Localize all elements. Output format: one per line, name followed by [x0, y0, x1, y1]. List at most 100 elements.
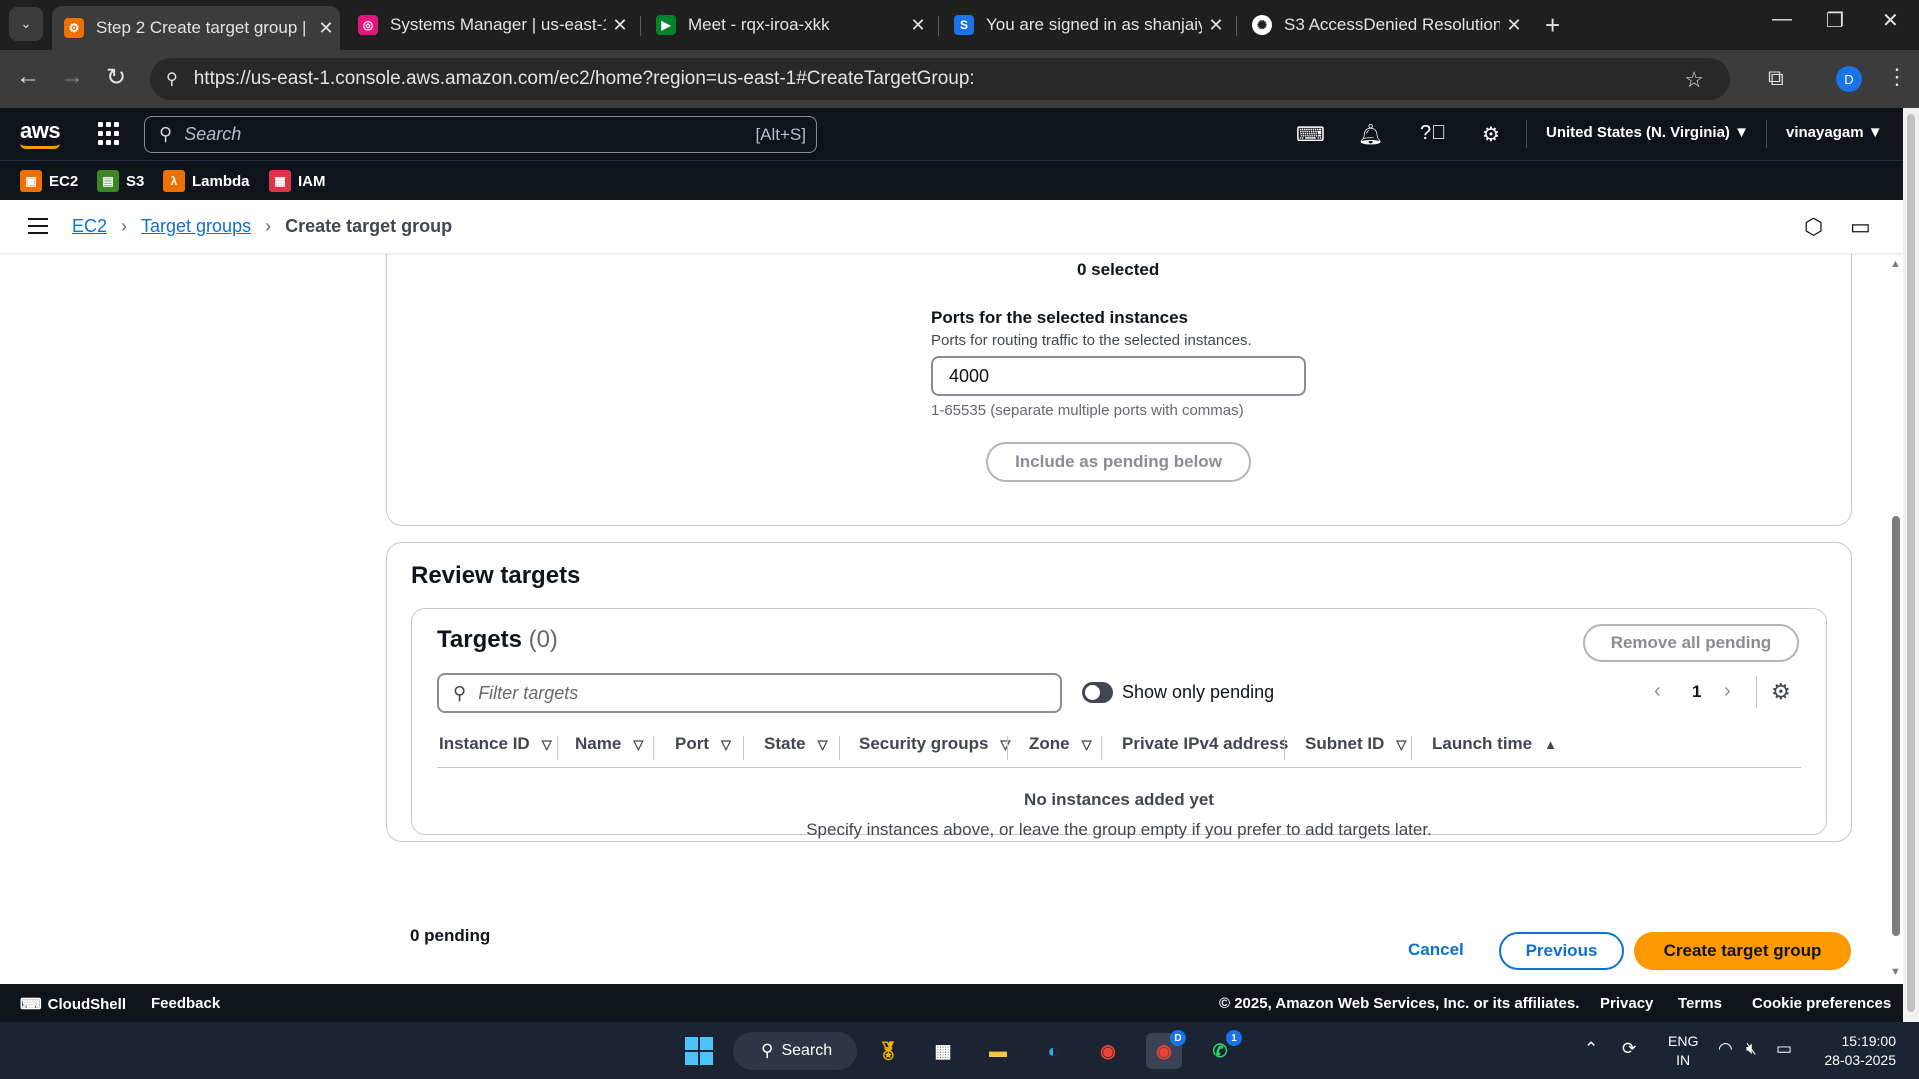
info-panel-icon[interactable]: ⬡: [1804, 214, 1823, 240]
notifications-bell-icon[interactable]: 🔔︎: [1358, 122, 1383, 147]
new-tab-icon[interactable]: +: [1545, 10, 1560, 41]
column-header-private-ipv4[interactable]: Private IPv4 address: [1122, 734, 1288, 754]
chevron-left-icon[interactable]: ‹: [1654, 680, 1661, 703]
scroll-up-icon[interactable]: ▲: [1890, 258, 1901, 270]
back-icon[interactable]: ←: [16, 63, 40, 91]
page-number[interactable]: 1: [1692, 682, 1701, 702]
feedback-link[interactable]: Feedback: [151, 995, 220, 1012]
browser-tab[interactable]: S You are signed in as shanjaiysb ✕: [942, 6, 1230, 44]
close-tab-icon[interactable]: ✕: [312, 18, 340, 39]
privacy-link[interactable]: Privacy: [1600, 995, 1653, 1012]
wifi-icon[interactable]: ◠: [1718, 1039, 1733, 1059]
previous-button[interactable]: Previous: [1499, 932, 1624, 970]
cancel-button[interactable]: Cancel: [1408, 940, 1464, 960]
review-targets-heading: Review targets: [411, 562, 581, 589]
taskbar-search[interactable]: ⚲ Search: [733, 1032, 857, 1070]
file-explorer-icon[interactable]: ▬: [980, 1033, 1016, 1069]
column-header-subnet-id[interactable]: Subnet ID ▽: [1305, 734, 1406, 754]
ports-input[interactable]: 4000: [931, 356, 1306, 396]
close-tab-icon[interactable]: ✕: [1500, 15, 1528, 36]
system-clock[interactable]: 15:19:00 28-03-2025: [1816, 1032, 1896, 1070]
scroll-down-icon[interactable]: ▼: [1890, 966, 1901, 978]
settings-gear-icon[interactable]: ⚙: [1482, 122, 1500, 147]
region-selector[interactable]: United States (N. Virginia) ▼: [1546, 124, 1749, 141]
aws-ec2-icon: ⚙: [64, 18, 84, 38]
whatsapp-icon[interactable]: ✆ 1: [1202, 1030, 1242, 1069]
empty-state-description: Specify instances above, or leave the gr…: [806, 820, 1432, 839]
battery-icon[interactable]: ▭: [1776, 1039, 1792, 1059]
sync-icon[interactable]: ⟳: [1622, 1039, 1636, 1059]
chrome-profile-icon[interactable]: ◉ D: [1146, 1030, 1186, 1069]
microsoft-store-icon[interactable]: ▦: [925, 1033, 961, 1069]
help-icon[interactable]: ?⃝: [1420, 122, 1446, 145]
notifications-panel-icon[interactable]: ▭: [1850, 214, 1871, 240]
bookmark-star-icon[interactable]: ☆: [1684, 67, 1704, 93]
selected-count: 0 selected: [1077, 260, 1160, 279]
browser-tab[interactable]: ◎ Systems Manager | us-east-1 ✕: [346, 6, 634, 44]
browser-menu-icon[interactable]: ⋮: [1886, 64, 1908, 90]
page-scrollbar-thumb[interactable]: [1907, 114, 1915, 1012]
close-tab-icon[interactable]: ✕: [904, 15, 932, 36]
close-tab-icon[interactable]: ✕: [606, 15, 634, 36]
column-header-instance-id[interactable]: Instance ID ▽: [439, 734, 552, 754]
show-only-pending-label: Show only pending: [1122, 682, 1275, 702]
browser-tab[interactable]: ▶ Meet - rqx-iroa-xkk ✕: [644, 6, 932, 44]
tab-search-button[interactable]: ⌄: [9, 7, 43, 41]
filter-targets-input[interactable]: ⚲ Filter targets: [437, 673, 1062, 713]
trophy-app-icon[interactable]: 🏅︎: [870, 1033, 906, 1069]
column-header-state[interactable]: State ▽: [764, 734, 828, 754]
cloudshell-icon[interactable]: ⌨: [1296, 122, 1325, 147]
breadcrumb-ec2[interactable]: EC2: [72, 216, 107, 237]
create-target-group-button[interactable]: Create target group: [1634, 932, 1851, 970]
ec2-icon: ▣: [20, 170, 42, 192]
cookie-preferences-link[interactable]: Cookie preferences: [1752, 995, 1891, 1012]
content-scrollbar[interactable]: ▲ ▼: [1889, 254, 1903, 984]
column-header-name[interactable]: Name ▽: [575, 734, 643, 754]
restore-icon[interactable]: ❐: [1826, 8, 1844, 33]
column-header-security-groups[interactable]: Security groups ▽: [859, 734, 1010, 754]
volume-muted-icon[interactable]: 🔇︎: [1746, 1039, 1757, 1059]
chevron-right-icon[interactable]: ›: [1724, 680, 1731, 703]
search-icon: ⚲: [159, 124, 173, 144]
scrollbar-thumb[interactable]: [1892, 516, 1900, 936]
terms-link[interactable]: Terms: [1678, 995, 1722, 1012]
url-input[interactable]: ⚲ https://us-east-1.console.aws.amazon.c…: [150, 58, 1730, 100]
favorite-s3[interactable]: ▤ S3: [97, 170, 144, 192]
forward-icon[interactable]: →: [60, 63, 84, 91]
extensions-icon[interactable]: ⧉: [1768, 65, 1784, 91]
close-window-icon[interactable]: ✕: [1882, 8, 1899, 33]
reload-icon[interactable]: ↻: [106, 63, 126, 92]
language-indicator[interactable]: ENG IN: [1668, 1032, 1698, 1070]
aws-logo[interactable]: aws: [20, 118, 61, 149]
edge-browser-icon[interactable]: ◐: [1035, 1033, 1071, 1069]
sort-icon: ▽: [633, 737, 644, 752]
aws-search-input[interactable]: ⚲ Search [Alt+S]: [144, 116, 817, 153]
chrome-icon[interactable]: ◉: [1090, 1033, 1126, 1069]
remove-all-pending-button[interactable]: Remove all pending: [1583, 624, 1799, 662]
browser-tab[interactable]: ✺ S3 AccessDenied Resolution ✕: [1240, 6, 1528, 44]
column-header-zone[interactable]: Zone ▽: [1029, 734, 1092, 754]
profile-avatar[interactable]: D: [1836, 66, 1862, 92]
menu-icon[interactable]: [28, 218, 48, 234]
cloudshell-link[interactable]: ⌨ CloudShell: [20, 995, 126, 1013]
services-grid-icon[interactable]: [98, 122, 122, 146]
iam-icon: ▦: [269, 170, 291, 192]
sort-ascending-icon: ▲: [1544, 737, 1557, 752]
table-settings-icon[interactable]: ⚙: [1771, 679, 1791, 705]
include-pending-button[interactable]: Include as pending below: [986, 442, 1251, 482]
browser-tab[interactable]: ⚙ Step 2 Create target group | EC ✕: [52, 6, 340, 50]
favorite-lambda[interactable]: λ Lambda: [163, 170, 250, 192]
column-header-launch-time[interactable]: Launch time ▲: [1432, 734, 1557, 754]
account-menu[interactable]: vinayagam ▼: [1786, 124, 1883, 141]
close-tab-icon[interactable]: ✕: [1202, 15, 1230, 36]
chevron-up-icon[interactable]: ⌃: [1584, 1039, 1598, 1059]
minimize-icon[interactable]: —: [1772, 8, 1792, 31]
favorite-iam[interactable]: ▦ IAM: [269, 170, 326, 192]
breadcrumb-target-groups[interactable]: Target groups: [141, 216, 251, 237]
site-info-icon[interactable]: ⚲: [166, 69, 178, 89]
favorite-ec2[interactable]: ▣ EC2: [20, 170, 78, 192]
page-scrollbar[interactable]: [1903, 108, 1919, 1022]
show-only-pending-toggle[interactable]: [1082, 682, 1113, 703]
column-header-port[interactable]: Port ▽: [675, 734, 731, 754]
windows-start-icon[interactable]: [681, 1033, 717, 1069]
